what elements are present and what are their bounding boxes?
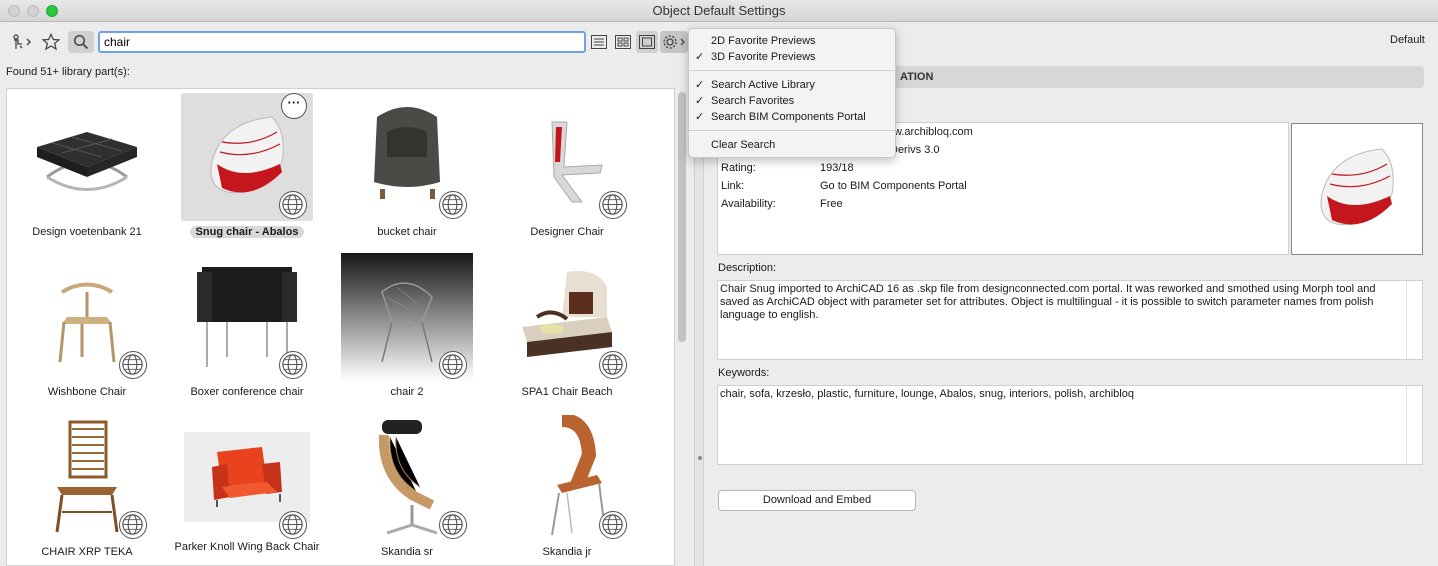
globe-icon bbox=[599, 191, 627, 219]
menu-item-3d-favorite-previews[interactable]: ✓ 3D Favorite Previews bbox=[689, 49, 895, 65]
rating-label: Rating: bbox=[721, 162, 756, 174]
library-item[interactable]: Skandia jr bbox=[487, 409, 647, 565]
object-default-settings-window: Object Default Settings Found 51+ librar… bbox=[0, 0, 1438, 566]
item-label: chair 2 bbox=[390, 386, 424, 398]
library-item[interactable]: Designer Chair bbox=[487, 89, 647, 249]
library-toolbar bbox=[0, 28, 690, 58]
more-options-button[interactable]: ··· bbox=[281, 93, 307, 119]
browse-tree-icon[interactable] bbox=[10, 31, 34, 53]
menu-item-label: Search Favorites bbox=[711, 95, 795, 107]
item-label: bucket chair bbox=[377, 226, 437, 238]
item-label: SPA1 Chair Beach bbox=[521, 386, 613, 398]
item-label-selected: Snug chair - Abalos bbox=[167, 226, 327, 239]
menu-item-search-active-library[interactable]: ✓ Search Active Library bbox=[689, 77, 895, 93]
menu-item-2d-favorite-previews[interactable]: 2D Favorite Previews bbox=[689, 33, 895, 49]
menu-item-label: Search BIM Components Portal bbox=[711, 111, 866, 123]
list-view-icon[interactable] bbox=[590, 31, 608, 53]
splitter-handle-dot bbox=[698, 456, 702, 460]
license-value: Derivs 3.0 bbox=[890, 144, 940, 156]
globe-icon bbox=[439, 511, 467, 539]
menu-item-label: 2D Favorite Previews bbox=[711, 35, 816, 47]
library-item[interactable]: Design voetenbank 21 bbox=[7, 89, 167, 249]
keywords-textbox[interactable]: chair, sofa, krzesło, plastic, furniture… bbox=[717, 385, 1423, 465]
bim-portal-link[interactable]: Go to BIM Components Portal bbox=[820, 180, 967, 192]
globe-icon bbox=[599, 511, 627, 539]
star-icon[interactable] bbox=[40, 31, 62, 53]
close-window-button[interactable] bbox=[8, 5, 20, 17]
globe-icon bbox=[439, 191, 467, 219]
thumbnail-background bbox=[184, 432, 310, 522]
globe-icon bbox=[279, 351, 307, 379]
window-title: Object Default Settings bbox=[652, 3, 786, 18]
menu-item-label: Clear Search bbox=[711, 139, 776, 151]
library-item[interactable]: CHAIR XRP TEKA bbox=[7, 409, 167, 565]
library-results-grid: Design voetenbank 21 ··· Snug chair - Ab… bbox=[6, 88, 675, 566]
globe-icon bbox=[599, 351, 627, 379]
description-label: Description: bbox=[718, 262, 777, 274]
gear-icon[interactable] bbox=[660, 31, 688, 53]
checkmark-icon: ✓ bbox=[695, 95, 705, 107]
library-item[interactable]: Wishbone Chair bbox=[7, 249, 167, 409]
rating-value: 193/18 bbox=[820, 162, 854, 174]
availability-value: Free bbox=[820, 198, 843, 210]
globe-icon bbox=[119, 511, 147, 539]
section-title: ATION bbox=[900, 71, 934, 83]
item-label: Design voetenbank 21 bbox=[32, 226, 142, 238]
grid-view-icon[interactable] bbox=[614, 31, 632, 53]
item-label: Wishbone Chair bbox=[47, 386, 127, 398]
minimize-window-button[interactable] bbox=[27, 5, 39, 17]
source-value: ww.archibloq.com bbox=[886, 126, 973, 138]
library-item[interactable]: ··· Snug chair - Abalos bbox=[167, 89, 327, 249]
globe-icon bbox=[119, 351, 147, 379]
preview-view-icon[interactable] bbox=[636, 31, 658, 53]
checkmark-icon: ✓ bbox=[695, 79, 705, 91]
link-label: Link: bbox=[721, 180, 745, 192]
download-and-embed-button[interactable]: Download and Embed bbox=[718, 490, 916, 511]
item-label: Skandia jr bbox=[542, 546, 592, 558]
item-label: Boxer conference chair bbox=[190, 386, 304, 398]
globe-icon bbox=[439, 351, 467, 379]
settings-dropdown-menu: 2D Favorite Previews ✓ 3D Favorite Previ… bbox=[688, 28, 896, 158]
library-item[interactable]: bucket chair bbox=[327, 89, 487, 249]
description-textbox[interactable]: Chair Snug imported to ArchiCAD 16 as .s… bbox=[717, 280, 1423, 360]
keywords-text: chair, sofa, krzesło, plastic, furniture… bbox=[720, 388, 1134, 400]
keywords-scrollbar[interactable] bbox=[1406, 386, 1422, 464]
library-item[interactable]: Skandia sr bbox=[327, 409, 487, 565]
results-scrollbar[interactable] bbox=[678, 92, 686, 342]
title-bar: Object Default Settings bbox=[0, 0, 1438, 22]
description-text: Chair Snug imported to ArchiCAD 16 as .s… bbox=[720, 283, 1376, 321]
menu-item-label: Search Active Library bbox=[711, 79, 815, 91]
default-label: Default bbox=[1390, 34, 1425, 46]
menu-separator bbox=[689, 70, 895, 71]
keywords-label: Keywords: bbox=[718, 367, 770, 379]
item-label: Designer Chair bbox=[530, 226, 604, 238]
item-label: Parker Knoll Wing Back Chair bbox=[174, 541, 320, 553]
menu-item-search-favorites[interactable]: ✓ Search Favorites bbox=[689, 93, 895, 109]
item-label: CHAIR XRP TEKA bbox=[41, 546, 133, 558]
globe-icon bbox=[279, 191, 307, 219]
globe-icon bbox=[279, 511, 307, 539]
zoom-window-button[interactable] bbox=[46, 5, 58, 17]
menu-item-search-bim-components-portal[interactable]: ✓ Search BIM Components Portal bbox=[689, 109, 895, 125]
item-thumbnail bbox=[21, 93, 153, 221]
search-input[interactable] bbox=[98, 31, 586, 53]
search-icon[interactable] bbox=[68, 31, 94, 53]
checkmark-icon: ✓ bbox=[695, 111, 705, 123]
menu-separator bbox=[689, 130, 895, 131]
part-preview-image bbox=[1291, 123, 1423, 255]
availability-label: Availability: bbox=[721, 198, 776, 210]
description-scrollbar[interactable] bbox=[1406, 281, 1422, 359]
menu-item-clear-search[interactable]: Clear Search bbox=[689, 137, 895, 153]
library-item[interactable]: Boxer conference chair bbox=[167, 249, 327, 409]
library-item[interactable]: SPA1 Chair Beach bbox=[487, 249, 647, 409]
results-count-label: Found 51+ library part(s): bbox=[6, 66, 130, 78]
menu-item-label: 3D Favorite Previews bbox=[711, 51, 816, 63]
item-label: Skandia sr bbox=[381, 546, 433, 558]
library-item[interactable]: Parker Knoll Wing Back Chair bbox=[167, 409, 327, 565]
library-item[interactable]: chair 2 bbox=[327, 249, 487, 409]
checkmark-icon: ✓ bbox=[695, 51, 705, 63]
